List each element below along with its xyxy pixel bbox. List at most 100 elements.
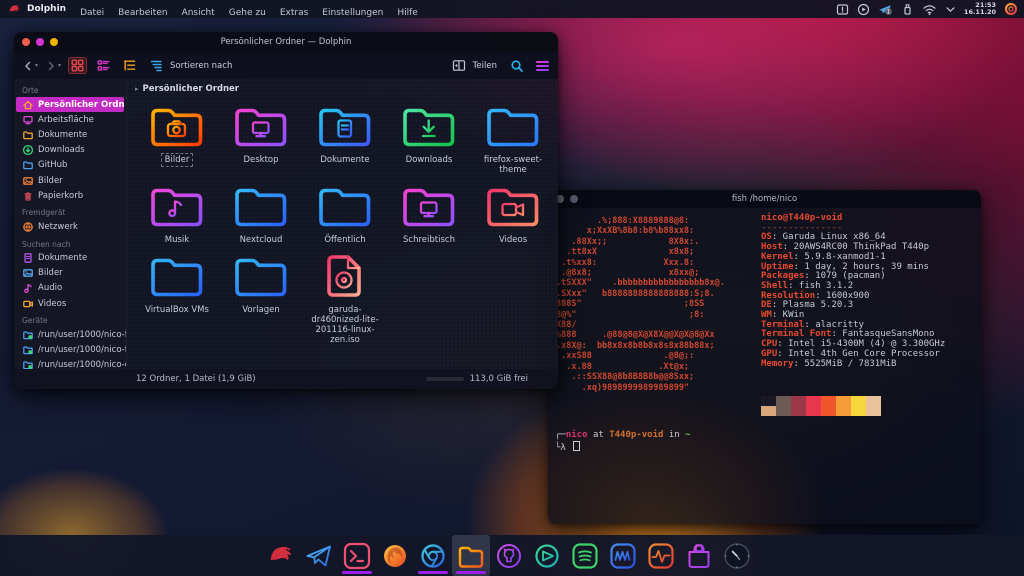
breadcrumb-arrow-icon: ▸ — [135, 85, 139, 93]
media-play-icon[interactable] — [857, 3, 870, 16]
menu-app-name[interactable]: Dolphin — [27, 4, 66, 14]
forward-button[interactable]: ▾ — [45, 60, 61, 72]
maximize-window-button[interactable] — [50, 38, 58, 46]
folder-desktop[interactable]: Desktop — [219, 101, 303, 175]
folder-nextcloud[interactable]: Nextcloud — [219, 181, 303, 245]
sidebar-item-dokumente[interactable]: Dokumente — [14, 251, 126, 266]
sidebar-item-bilder[interactable]: Bilder — [14, 266, 126, 281]
menubar-items: Datei Bearbeiten Ansicht Gehe zu Extras Einst… — [80, 0, 432, 19]
garuda-logo-icon[interactable] — [8, 3, 21, 16]
section-header: Orte — [14, 81, 126, 97]
folder-firefox-sweet-theme[interactable]: firefox-sweet-theme — [471, 101, 555, 175]
menu-item-ansicht[interactable]: Ansicht — [182, 8, 215, 18]
dolphin-titlebar[interactable]: Persönlicher Ordner — Dolphin — [14, 32, 558, 52]
folder-icon — [482, 101, 544, 155]
dock-item-browser[interactable] — [414, 535, 452, 576]
terminal-window: fish /home/nico .%;888:X8889888@8: x;XxX… — [548, 190, 981, 524]
wifi-icon[interactable] — [922, 3, 937, 16]
window-title: Persönlicher Ordner — Dolphin — [221, 37, 352, 47]
split-label[interactable]: Teilen — [473, 61, 497, 71]
folder-schreibtisch[interactable]: Schreibtisch — [387, 181, 471, 245]
dock-item-software-center[interactable] — [680, 535, 718, 576]
garuda-menu-icon[interactable] — [1004, 2, 1018, 16]
file-garuda-dr460nized-lite-201116-linux-zen-iso[interactable]: garuda-dr460nized-lite-201116-linux-zen.… — [303, 251, 387, 345]
folder-view[interactable]: ▸ Persönlicher Ordner Bilder Desktop Dokum… — [127, 79, 558, 369]
menu-item-extras[interactable]: Extras — [280, 8, 308, 18]
folder-bilder[interactable]: Bilder — [135, 101, 219, 175]
dock-item-github[interactable] — [490, 535, 528, 576]
sidebar-item-label: Papierkorb — [38, 191, 83, 201]
media-circle-icon — [532, 541, 562, 571]
clock[interactable]: 21:53 16.11.20 — [964, 2, 996, 16]
shell-prompt: ┌─nico at T440p-void in ~└λ — [555, 430, 691, 454]
dock-item-clock-widget[interactable] — [718, 535, 756, 576]
file-label: Öffentlich — [322, 235, 367, 245]
back-button[interactable]: ▾ — [22, 60, 38, 72]
dock-item-system-monitor[interactable] — [642, 535, 680, 576]
sidebar-item-persönlicher-ordner[interactable]: Persönlicher Ordner — [16, 97, 124, 112]
minimize-window-button[interactable] — [36, 38, 44, 46]
dolphin-window: Persönlicher Ordner — Dolphin ▾ ▾ Sortie… — [14, 32, 558, 389]
folder-icon — [398, 181, 460, 235]
usb-device-icon[interactable] — [901, 3, 914, 16]
running-indicator — [456, 571, 486, 574]
folder-dokumente[interactable]: Dokumente — [303, 101, 387, 175]
sidebar-item-arbeitsfläche[interactable]: Arbeitsfläche — [14, 112, 126, 127]
sidebar-item-papierkorb[interactable]: Papierkorb — [14, 188, 126, 203]
section-header: Fremdgerät — [14, 203, 126, 219]
sidebar-item--run-user-1000-nico-fir[interactable]: /run/user/1000/nico-fir — [14, 327, 126, 342]
hamburger-menu-icon[interactable] — [535, 60, 550, 72]
sidebar-item-netzwerk[interactable]: Netzwerk — [14, 219, 126, 234]
menu-item-bearbeiten[interactable]: Bearbeiten — [118, 8, 167, 18]
folder-vorlagen[interactable]: Vorlagen — [219, 251, 303, 345]
breadcrumb[interactable]: ▸ Persönlicher Ordner — [135, 84, 550, 94]
mount-icon — [22, 359, 34, 369]
sidebar-item-bilder[interactable]: Bilder — [14, 173, 126, 188]
statusbar-summary: 12 Ordner, 1 Datei (1,9 GiB) — [136, 374, 256, 384]
sort-by-label[interactable]: Sortieren nach — [170, 61, 232, 71]
sidebar-item--run-user-1000-nico-ch[interactable]: /run/user/1000/nico-ch — [14, 358, 126, 369]
sort-icon[interactable] — [149, 59, 163, 72]
menu-item-hilfe[interactable]: Hilfe — [397, 8, 417, 18]
terminal-window-button[interactable] — [570, 195, 578, 203]
dock-item-terminal[interactable] — [338, 535, 376, 576]
dock-item-firefox[interactable] — [376, 535, 414, 576]
folder-downloads[interactable]: Downloads — [387, 101, 471, 175]
folder-musik[interactable]: Musik — [135, 181, 219, 245]
file-label: Desktop — [241, 155, 280, 165]
split-view-icon[interactable] — [452, 59, 466, 72]
menu-item-einstellungen[interactable]: Einstellungen — [322, 8, 383, 18]
sidebar-item-label: Videos — [38, 299, 66, 309]
sidebar-item-dokumente[interactable]: Dokumente — [14, 127, 126, 142]
close-window-button[interactable] — [22, 38, 30, 46]
dock-item-garuda-launcher[interactable] — [262, 535, 300, 576]
breadcrumb-label[interactable]: Persönlicher Ordner — [143, 84, 239, 94]
file-label: Videos — [497, 235, 529, 245]
folder-öffentlich[interactable]: Öffentlich — [303, 181, 387, 245]
terminal-titlebar[interactable]: fish /home/nico — [548, 190, 981, 208]
dock-item-spotify[interactable] — [566, 535, 604, 576]
sidebar-item-videos[interactable]: Videos — [14, 296, 126, 311]
sidebar-item-github[interactable]: GitHub — [14, 158, 126, 173]
dock-item-media-app[interactable] — [528, 535, 566, 576]
terminal-body[interactable]: .%;888:X8889888@8: x;XxXB%8b8:b8%b88xx8:… — [548, 208, 981, 524]
menu-item-datei[interactable]: Datei — [80, 8, 104, 18]
details-view-button[interactable] — [120, 57, 139, 74]
icon-view-button[interactable] — [68, 57, 87, 74]
chevron-down-icon[interactable] — [945, 4, 956, 15]
dock-item-telegram[interactable] — [300, 535, 338, 576]
menu-item-gehe-zu[interactable]: Gehe zu — [229, 8, 266, 18]
sidebar-item--run-user-1000-nico-fir[interactable]: /run/user/1000/nico-fir — [14, 342, 126, 357]
sidebar-item-downloads[interactable]: Downloads — [14, 143, 126, 158]
compact-view-button[interactable] — [94, 57, 113, 74]
search-icon[interactable] — [510, 59, 524, 73]
folder-videos[interactable]: Videos — [471, 181, 555, 245]
folder-virtualbox-vms[interactable]: VirtualBox VMs — [135, 251, 219, 345]
sidebar-item-audio[interactable]: Audio — [14, 281, 126, 296]
dock-item-dolphin[interactable] — [452, 535, 490, 576]
running-indicator — [342, 571, 372, 574]
sidebar-item-label: /run/user/1000/nico-ch — [38, 360, 126, 369]
dock-item-waveform-app[interactable] — [604, 535, 642, 576]
notification-icon[interactable] — [836, 3, 849, 16]
telegram-tray-icon[interactable]: 1 — [878, 3, 893, 16]
